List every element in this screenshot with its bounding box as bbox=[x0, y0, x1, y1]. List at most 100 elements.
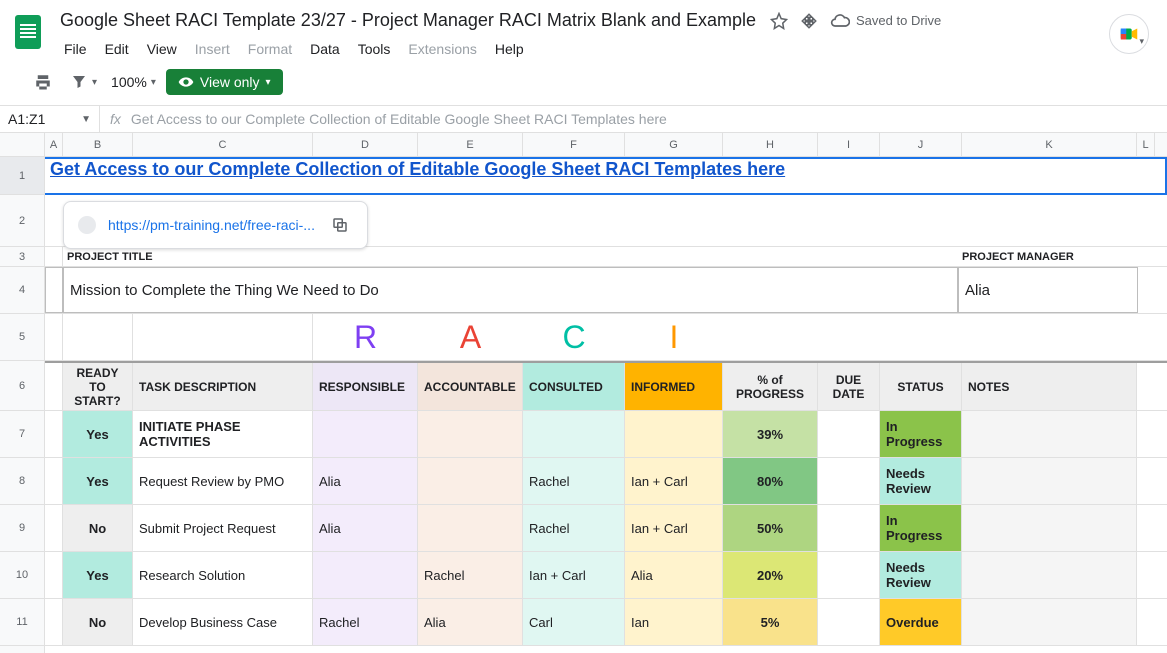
col-header-C[interactable]: C bbox=[133, 133, 313, 156]
consulted-cell[interactable]: Rachel bbox=[523, 458, 625, 504]
row-header-6[interactable]: 6 bbox=[0, 361, 44, 411]
accountable-cell[interactable] bbox=[418, 458, 523, 504]
progress-cell[interactable]: 80% bbox=[723, 458, 818, 504]
col-header-G[interactable]: G bbox=[625, 133, 723, 156]
sheet-content[interactable]: Get Access to our Complete Collection of… bbox=[45, 157, 1167, 653]
informed-cell[interactable]: Alia bbox=[625, 552, 723, 598]
col-header-D[interactable]: D bbox=[313, 133, 418, 156]
row-header-3[interactable]: 3 bbox=[0, 247, 44, 267]
status-cell[interactable]: Overdue bbox=[880, 599, 962, 645]
move-icon[interactable] bbox=[800, 12, 818, 30]
ready-cell[interactable]: No bbox=[63, 505, 133, 551]
informed-cell[interactable] bbox=[625, 411, 723, 457]
menu-extensions[interactable]: Extensions bbox=[400, 37, 484, 61]
menu-edit[interactable]: Edit bbox=[97, 37, 137, 61]
responsible-cell[interactable]: Alia bbox=[313, 458, 418, 504]
ready-cell[interactable]: Yes bbox=[63, 458, 133, 504]
consulted-cell[interactable]: Ian + Carl bbox=[523, 552, 625, 598]
ready-cell[interactable]: No bbox=[63, 599, 133, 645]
link-chip[interactable]: https://pm-training.net/free-raci-... bbox=[63, 201, 368, 249]
due-cell[interactable] bbox=[818, 599, 880, 645]
consulted-cell[interactable] bbox=[523, 411, 625, 457]
notes-cell[interactable] bbox=[962, 458, 1137, 504]
progress-cell[interactable]: 5% bbox=[723, 599, 818, 645]
ready-cell[interactable]: Yes bbox=[63, 552, 133, 598]
accountable-cell[interactable] bbox=[418, 411, 523, 457]
responsible-cell[interactable] bbox=[313, 411, 418, 457]
notes-cell[interactable] bbox=[962, 505, 1137, 551]
meet-button[interactable]: ▾ bbox=[1109, 14, 1149, 54]
document-title[interactable]: Google Sheet RACI Template 23/27 - Proje… bbox=[56, 8, 760, 33]
progress-cell[interactable]: 50% bbox=[723, 505, 818, 551]
informed-cell[interactable]: Ian + Carl bbox=[625, 505, 723, 551]
menu-tools[interactable]: Tools bbox=[350, 37, 399, 61]
col-header-K[interactable]: K bbox=[962, 133, 1137, 156]
due-cell[interactable] bbox=[818, 458, 880, 504]
task-cell[interactable]: INITIATE PHASE ACTIVITIES bbox=[133, 411, 313, 457]
responsible-cell[interactable] bbox=[313, 552, 418, 598]
status-cell[interactable]: Needs Review bbox=[880, 552, 962, 598]
task-cell[interactable]: Research Solution bbox=[133, 552, 313, 598]
copy-icon[interactable] bbox=[327, 212, 353, 238]
project-title-value[interactable]: Mission to Complete the Thing We Need to… bbox=[63, 267, 958, 313]
row-header-10[interactable]: 10 bbox=[0, 552, 44, 599]
col-header-B[interactable]: B bbox=[63, 133, 133, 156]
row-header-4[interactable]: 4 bbox=[0, 267, 44, 314]
due-cell[interactable] bbox=[818, 505, 880, 551]
accountable-cell[interactable]: Rachel bbox=[418, 552, 523, 598]
project-manager-value[interactable]: Alia bbox=[958, 267, 1138, 313]
status-cell[interactable]: Needs Review bbox=[880, 458, 962, 504]
menu-format[interactable]: Format bbox=[240, 37, 300, 61]
filter-icon[interactable]: ▾ bbox=[66, 69, 101, 95]
task-cell[interactable]: Submit Project Request bbox=[133, 505, 313, 551]
row-header-5[interactable]: 5 bbox=[0, 314, 44, 361]
view-only-button[interactable]: View only ▾ bbox=[166, 69, 283, 95]
accountable-cell[interactable]: Alia bbox=[418, 599, 523, 645]
col-header-J[interactable]: J bbox=[880, 133, 962, 156]
status-cell[interactable]: In Progress bbox=[880, 505, 962, 551]
collection-link[interactable]: Get Access to our Complete Collection of… bbox=[45, 159, 785, 193]
status-cell[interactable]: In Progress bbox=[880, 411, 962, 457]
zoom-selector[interactable]: 100%▾ bbox=[111, 74, 156, 90]
star-icon[interactable] bbox=[770, 12, 788, 30]
notes-cell[interactable] bbox=[962, 411, 1137, 457]
col-header-A[interactable]: A bbox=[45, 133, 63, 156]
row-header-8[interactable]: 8 bbox=[0, 458, 44, 505]
due-cell[interactable] bbox=[818, 411, 880, 457]
sheets-logo[interactable] bbox=[8, 12, 48, 52]
task-cell[interactable]: Request Review by PMO bbox=[133, 458, 313, 504]
col-header-I[interactable]: I bbox=[818, 133, 880, 156]
row-header-2[interactable]: 2 bbox=[0, 195, 44, 247]
accountable-cell[interactable] bbox=[418, 505, 523, 551]
consulted-cell[interactable]: Rachel bbox=[523, 505, 625, 551]
menu-file[interactable]: File bbox=[56, 37, 95, 61]
menu-data[interactable]: Data bbox=[302, 37, 348, 61]
due-cell[interactable] bbox=[818, 552, 880, 598]
col-header-L[interactable]: L bbox=[1137, 133, 1155, 156]
ready-cell[interactable]: Yes bbox=[63, 411, 133, 457]
notes-cell[interactable] bbox=[962, 599, 1137, 645]
informed-cell[interactable]: Ian bbox=[625, 599, 723, 645]
formula-content[interactable]: Get Access to our Complete Collection of… bbox=[131, 111, 1167, 127]
cloud-saved[interactable]: Saved to Drive bbox=[830, 11, 941, 31]
col-header-E[interactable]: E bbox=[418, 133, 523, 156]
informed-cell[interactable]: Ian + Carl bbox=[625, 458, 723, 504]
chip-url[interactable]: https://pm-training.net/free-raci-... bbox=[108, 217, 315, 233]
menu-view[interactable]: View bbox=[139, 37, 185, 61]
progress-cell[interactable]: 20% bbox=[723, 552, 818, 598]
notes-cell[interactable] bbox=[962, 552, 1137, 598]
progress-cell[interactable]: 39% bbox=[723, 411, 818, 457]
col-header-H[interactable]: H bbox=[723, 133, 818, 156]
row-header-7[interactable]: 7 bbox=[0, 411, 44, 458]
name-box[interactable]: A1:Z1▼ bbox=[0, 106, 100, 132]
select-all-corner[interactable] bbox=[0, 133, 45, 157]
responsible-cell[interactable]: Alia bbox=[313, 505, 418, 551]
consulted-cell[interactable]: Carl bbox=[523, 599, 625, 645]
task-cell[interactable]: Develop Business Case bbox=[133, 599, 313, 645]
row-header-9[interactable]: 9 bbox=[0, 505, 44, 552]
menu-help[interactable]: Help bbox=[487, 37, 532, 61]
print-icon[interactable] bbox=[30, 69, 56, 95]
menu-insert[interactable]: Insert bbox=[187, 37, 238, 61]
row-header-11[interactable]: 11 bbox=[0, 599, 44, 646]
row-header-1[interactable]: 1 bbox=[0, 157, 44, 195]
